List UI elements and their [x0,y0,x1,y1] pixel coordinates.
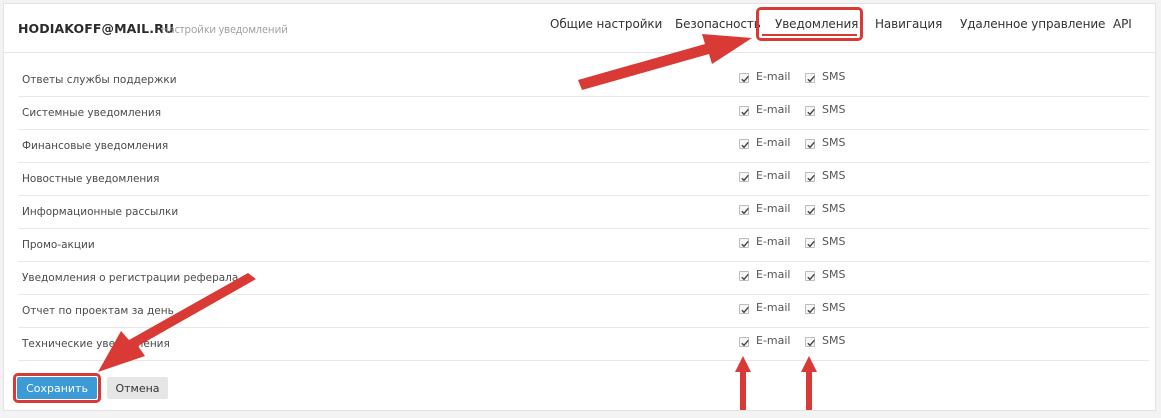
checkmark-icon [807,306,815,314]
notification-row-label: Информационные рассылки [22,206,179,218]
checkmark-icon [807,273,815,281]
tab-security[interactable]: Безопасность [675,17,761,31]
notification-row: Финансовые уведомления [18,130,1149,163]
sms-checkbox[interactable] [805,271,815,281]
email-checkbox[interactable] [739,139,749,149]
notification-row-label: Промо-акции [22,239,95,251]
checkmark-icon [741,141,749,149]
email-checkbox[interactable] [739,205,749,215]
checkmark-icon [741,75,749,83]
email-checkbox-label: E-mail [756,136,791,149]
tab-general[interactable]: Общие настройки [550,17,662,31]
save-button[interactable]: Сохранить [17,377,97,399]
checkmark-icon [741,174,749,182]
page-subtitle: Настройки уведомлений [161,23,288,37]
account-email: HODIAKOFF@MAIL.RU [18,21,175,36]
tab-remote-control[interactable]: Удаленное управление [960,17,1105,31]
sms-checkbox-label: SMS [822,301,846,314]
sms-checkbox-label: SMS [822,202,846,215]
cancel-button[interactable]: Отмена [107,377,168,399]
sms-checkbox[interactable] [805,106,815,116]
sms-checkbox[interactable] [805,304,815,314]
notification-row: Технические уведомления [18,328,1149,361]
notification-row-label: Уведомления о регистрации реферала [22,272,239,284]
notification-row: Системные уведомления [18,97,1149,130]
sms-checkbox-label: SMS [822,235,846,248]
notification-row-label: Системные уведомления [22,107,162,119]
email-checkbox-label: E-mail [756,169,791,182]
sms-checkbox[interactable] [805,238,815,248]
notification-row-label: Отчет по проектам за день [22,305,174,317]
notification-row-label: Технические уведомления [22,338,170,350]
email-checkbox[interactable] [739,271,749,281]
checkmark-icon [741,306,749,314]
sms-checkbox-label: SMS [822,334,846,347]
sms-checkbox[interactable] [805,337,815,347]
sms-checkbox-label: SMS [822,70,846,83]
checkmark-icon [807,339,815,347]
checkmark-icon [807,240,815,248]
checkmark-icon [741,339,749,347]
email-checkbox[interactable] [739,304,749,314]
notification-row: Отчет по проектам за день [18,295,1149,328]
email-checkbox-label: E-mail [756,70,791,83]
sms-checkbox[interactable] [805,205,815,215]
tab-navigation[interactable]: Навигация [875,17,942,31]
email-checkbox-label: E-mail [756,301,791,314]
checkmark-icon [807,207,815,215]
tab-notifications[interactable]: Уведомления [775,17,858,31]
sms-checkbox[interactable] [805,73,815,83]
notification-row-label: Новостные уведомления [22,173,160,185]
checkmark-icon [741,108,749,116]
email-checkbox[interactable] [739,106,749,116]
notification-row-label: Финансовые уведомления [22,140,169,152]
sms-checkbox-label: SMS [822,103,846,116]
tab-api[interactable]: API [1113,17,1132,31]
sms-checkbox[interactable] [805,172,815,182]
sms-checkbox-label: SMS [822,169,846,182]
notification-row: Информационные рассылки [18,196,1149,229]
notification-row: Уведомления о регистрации реферала [18,262,1149,295]
checkmark-icon [807,141,815,149]
notification-row: Промо-акции [18,229,1149,262]
notification-row: Новостные уведомления [18,163,1149,196]
checkmark-icon [807,108,815,116]
email-checkbox[interactable] [739,172,749,182]
notification-row-label: Ответы службы поддержки [22,74,177,86]
email-checkbox[interactable] [739,73,749,83]
email-checkbox-label: E-mail [756,235,791,248]
email-checkbox-label: E-mail [756,202,791,215]
email-checkbox[interactable] [739,337,749,347]
sms-checkbox-label: SMS [822,268,846,281]
email-checkbox-label: E-mail [756,268,791,281]
checkmark-icon [807,174,815,182]
sms-checkbox[interactable] [805,139,815,149]
email-checkbox-label: E-mail [756,103,791,116]
checkmark-icon [741,207,749,215]
checkmark-icon [807,75,815,83]
sms-checkbox-label: SMS [822,136,846,149]
checkmark-icon [741,273,749,281]
notification-row: Ответы службы поддержки [18,64,1149,97]
email-checkbox-label: E-mail [756,334,791,347]
email-checkbox[interactable] [739,238,749,248]
checkmark-icon [741,240,749,248]
